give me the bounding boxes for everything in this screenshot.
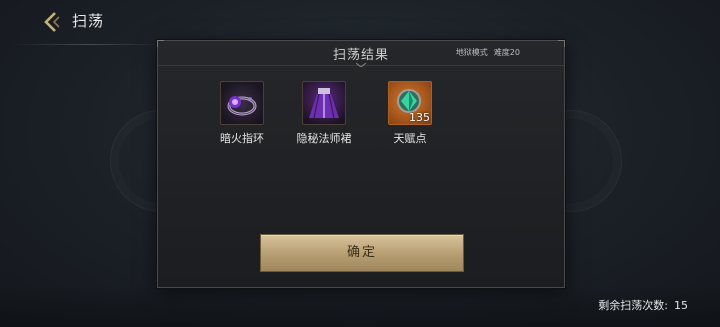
remaining-sweeps-value: 15	[674, 299, 688, 312]
back-button[interactable]	[40, 10, 64, 34]
top-bar: 扫荡	[0, 0, 720, 45]
remaining-sweeps: 剩余扫荡次数: 15	[598, 297, 688, 313]
difficulty-info: 地狱模式 难度20	[456, 47, 520, 58]
reward-item-name: 隐秘法师裙	[296, 132, 352, 145]
remaining-sweeps-label: 剩余扫荡次数:	[598, 299, 668, 312]
reward-item-name: 天赋点	[393, 132, 427, 145]
difficulty-label: 难度20	[493, 48, 520, 57]
mode-label: 地狱模式	[455, 48, 488, 57]
header-divider	[14, 44, 164, 45]
chevron-left-icon	[44, 12, 60, 32]
confirm-button[interactable]: 确定	[260, 234, 464, 272]
gem-icon: 135	[388, 81, 432, 125]
reward-item[interactable]: 隐秘法师裙	[296, 81, 352, 146]
ring-icon	[220, 81, 264, 125]
sweep-result-dialog: 扫荡结果 地狱模式 难度20 暗火指环 隐秘法师裙 135 天赋点 确定	[157, 40, 565, 288]
reward-item-name: 暗火指环	[220, 132, 264, 145]
reward-item[interactable]: 暗火指环	[214, 81, 270, 146]
page-title: 扫荡	[72, 12, 105, 30]
reward-item-count: 135	[409, 111, 430, 124]
header-ornament-icon	[356, 63, 366, 67]
reward-item[interactable]: 135 天赋点	[382, 81, 438, 146]
skirt-icon	[302, 81, 346, 125]
